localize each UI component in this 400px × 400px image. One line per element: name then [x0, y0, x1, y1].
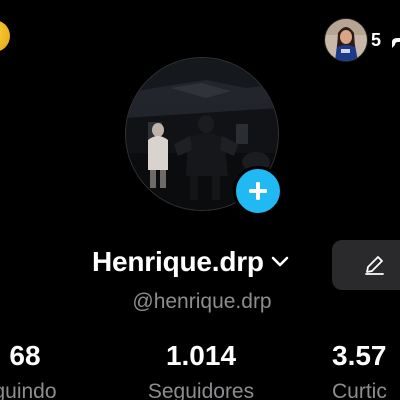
friends-indicator[interactable]: 5 — [324, 18, 381, 62]
coin-badge-icon[interactable] — [0, 20, 10, 52]
username: Henrique.drp — [92, 246, 264, 277]
add-profile-photo-button[interactable] — [233, 166, 283, 216]
chevron-down-icon — [271, 256, 289, 267]
stat-likes-value: 3.57 — [332, 340, 387, 371]
friends-count: 5 — [371, 29, 382, 50]
edit-profile-button[interactable] — [332, 240, 400, 290]
stat-following[interactable]: 68 guindo — [0, 336, 80, 400]
plus-icon — [249, 182, 267, 200]
pencil-icon — [365, 256, 384, 275]
profile-screen: 5 Henrique.drp @henrique.drp 68 uindo 1.… — [0, 0, 400, 400]
stat-followers[interactable]: 1.014 Seguidores — [135, 336, 267, 400]
stat-following-label: guindo — [0, 380, 57, 400]
share-icon[interactable] — [390, 34, 400, 50]
username-switcher[interactable]: Henrique.drp — [92, 246, 290, 278]
friend-avatar[interactable] — [324, 18, 368, 62]
stat-likes-label: Curtic — [332, 380, 387, 400]
stat-likes[interactable]: 3.57 Curtic — [332, 336, 400, 400]
stat-followers-label: Seguidores — [147, 380, 255, 400]
stat-following-value: 68 — [9, 340, 41, 371]
profile-handle: @henrique.drp — [132, 290, 272, 313]
stat-followers-value: 1.014 — [165, 340, 237, 371]
